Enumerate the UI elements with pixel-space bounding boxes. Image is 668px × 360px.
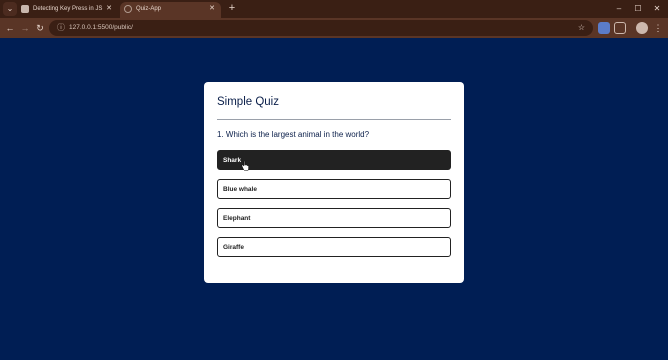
close-tab-icon[interactable]: ✕ [106, 2, 112, 16]
address-url: 127.0.0.1:5500/public/ [69, 24, 133, 31]
question-text: 1. Which is the largest animal in the wo… [217, 130, 370, 139]
hand-cursor-icon [241, 161, 249, 171]
tab-favicon-icon [124, 5, 132, 13]
browser-toolbar: ← → ↻ ⓘ 127.0.0.1:5500/public/ ☆ ⋮ [0, 18, 668, 38]
tab-favicon-icon [21, 5, 29, 13]
answer-button-blue-whale[interactable]: Blue whale [217, 179, 451, 199]
answer-button-shark[interactable]: Shark [217, 150, 451, 170]
new-tab-icon[interactable]: + [226, 2, 238, 16]
translate-extension-icon[interactable] [598, 22, 610, 34]
address-bar[interactable]: ⓘ 127.0.0.1:5500/public/ ☆ [49, 20, 593, 36]
tab-title: Quiz-App [136, 6, 162, 12]
bookmark-star-icon[interactable]: ☆ [578, 20, 585, 36]
window-close-icon[interactable]: ✕ [646, 2, 668, 16]
back-icon[interactable]: ← [3, 21, 17, 35]
profile-avatar-icon[interactable] [636, 22, 648, 34]
quiz-card: Simple Quiz 1. Which is the largest anim… [204, 82, 464, 283]
more-menu-icon[interactable]: ⋮ [651, 21, 665, 35]
answer-button-giraffe[interactable]: Giraffe [217, 237, 451, 257]
browser-tab-strip: ⌄ Detecting Key Press in JS ✕ Quiz-App ✕… [0, 0, 668, 18]
tab-quiz-app[interactable]: Quiz-App ✕ [120, 2, 221, 18]
answer-button-elephant[interactable]: Elephant [217, 208, 451, 228]
tab-detecting-key-press[interactable]: Detecting Key Press in JS ✕ [17, 2, 118, 18]
quiz-title: Simple Quiz [217, 96, 279, 108]
site-info-icon[interactable]: ⓘ [56, 23, 66, 33]
tab-title: Detecting Key Press in JS [33, 6, 103, 12]
title-divider [217, 119, 451, 120]
extensions-puzzle-icon[interactable] [614, 22, 626, 34]
tab-search-icon[interactable]: ⌄ [3, 2, 17, 16]
forward-icon[interactable]: → [18, 21, 32, 35]
close-tab-icon[interactable]: ✕ [209, 2, 215, 16]
reload-icon[interactable]: ↻ [33, 21, 47, 35]
